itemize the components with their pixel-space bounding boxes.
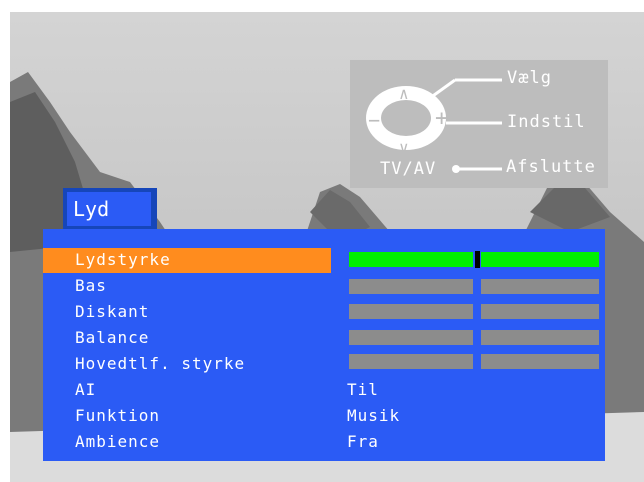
menu-item-funktion[interactable]: Funktion Musik bbox=[43, 403, 605, 429]
menu-item-hovedtlf-styrke[interactable]: Hovedtlf. styrke bbox=[43, 351, 605, 377]
level-bar-right bbox=[481, 252, 599, 267]
help-panel: ∧ ∨ − + Vælg Indstil TV/AV Afslutte bbox=[350, 60, 608, 188]
menu-item-ai[interactable]: AI Til bbox=[43, 377, 605, 403]
level-marker[interactable] bbox=[475, 251, 480, 268]
menu-item-label: Hovedtlf. styrke bbox=[75, 354, 246, 373]
minus-icon: − bbox=[368, 108, 382, 132]
menu-item-diskant[interactable]: Diskant bbox=[43, 299, 605, 325]
menu-item-value: Fra bbox=[347, 432, 379, 451]
menu-item-label: Diskant bbox=[75, 302, 150, 321]
menu-item-lydstyrke[interactable]: Lydstyrke bbox=[43, 247, 605, 273]
menu-item-label: Lydstyrke bbox=[75, 250, 171, 269]
menu-title-tab: Lyd bbox=[63, 188, 157, 230]
menu-item-value: Til bbox=[347, 380, 379, 399]
level-bar-left bbox=[349, 252, 473, 267]
tvav-label: TV/AV bbox=[380, 159, 437, 179]
slider-bar-right bbox=[481, 354, 599, 369]
sound-menu-panel: Lydstyrke Bas Diskant Balance Hovedtlf. … bbox=[43, 229, 605, 461]
page-title: Lyd bbox=[67, 192, 151, 226]
menu-item-label: Balance bbox=[75, 328, 150, 347]
menu-item-bas[interactable]: Bas bbox=[43, 273, 605, 299]
plus-icon: + bbox=[435, 106, 450, 131]
down-arrow-icon: ∨ bbox=[399, 138, 410, 157]
exit-label: Afslutte bbox=[506, 157, 596, 177]
menu-item-value: Musik bbox=[347, 406, 401, 425]
menu-item-label: Ambience bbox=[75, 432, 161, 451]
slider-bar-left bbox=[349, 304, 473, 319]
slider-bar-left bbox=[349, 330, 473, 345]
slider-bar-left bbox=[349, 279, 473, 294]
select-label: Vælg bbox=[507, 68, 552, 88]
menu-item-label: Funktion bbox=[75, 406, 161, 425]
menu-item-label: AI bbox=[75, 380, 97, 399]
slider-bar-right bbox=[481, 279, 599, 294]
adjust-label: Indstil bbox=[507, 112, 586, 132]
menu-item-balance[interactable]: Balance bbox=[43, 325, 605, 351]
up-arrow-icon: ∧ bbox=[399, 84, 410, 103]
slider-bar-right bbox=[481, 304, 599, 319]
menu-item-ambience[interactable]: Ambience Fra bbox=[43, 429, 605, 455]
slider-bar-left bbox=[349, 354, 473, 369]
menu-item-label: Bas bbox=[75, 276, 107, 295]
tv-screen: ∧ ∨ − + Vælg Indstil TV/AV Afslutte Lyd … bbox=[10, 12, 644, 482]
slider-bar-right bbox=[481, 330, 599, 345]
